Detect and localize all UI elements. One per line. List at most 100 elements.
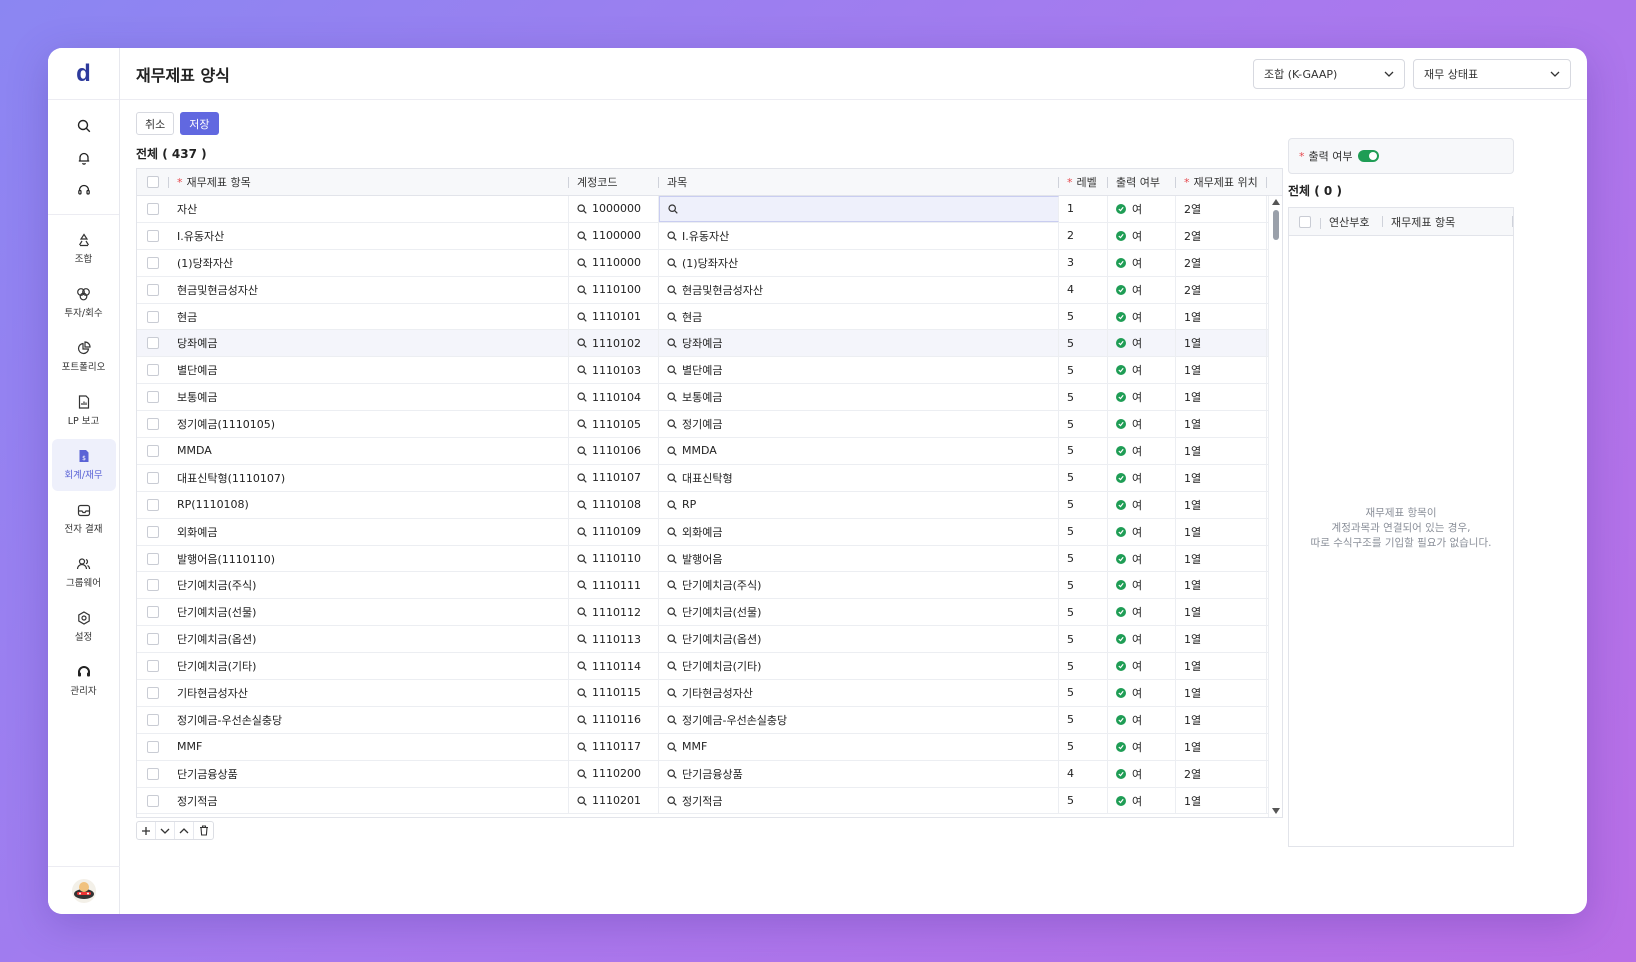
item-cell[interactable]: (1)당좌자산 (169, 249, 569, 276)
level-cell[interactable]: 5 (1059, 733, 1108, 760)
subject-cell[interactable]: 정기적금 (659, 787, 1059, 814)
subject-cell[interactable]: 현금 (659, 303, 1059, 330)
position-cell[interactable]: 1열 (1176, 491, 1267, 518)
table-row[interactable]: 외화예금 1110109 외화예금 5 여 1열 (137, 518, 1282, 546)
search-icon[interactable] (667, 419, 677, 429)
search-icon[interactable] (667, 231, 677, 241)
search-icon[interactable] (577, 204, 587, 214)
level-cell[interactable]: 3 (1059, 249, 1108, 276)
sidebar-item-approval[interactable]: 전자 결재 (52, 493, 116, 545)
row-checkbox[interactable] (147, 229, 159, 242)
level-cell[interactable]: 5 (1059, 653, 1108, 680)
position-cell[interactable]: 1열 (1176, 357, 1267, 384)
formula-select-all-checkbox[interactable] (1299, 215, 1311, 228)
row-checkbox[interactable] (147, 713, 159, 726)
table-row[interactable]: MMDA 1110106 MMDA 5 여 1열 (137, 438, 1282, 465)
row-checkbox[interactable] (147, 660, 159, 673)
code-cell[interactable]: 1100000 (569, 222, 659, 249)
position-cell[interactable]: 1열 (1176, 787, 1267, 814)
position-cell[interactable]: 1열 (1176, 680, 1267, 706)
search-icon[interactable] (577, 311, 587, 322)
row-checkbox[interactable] (147, 471, 159, 484)
search-icon[interactable] (577, 580, 587, 591)
code-cell[interactable]: 1110103 (569, 357, 659, 384)
add-row-button[interactable] (137, 822, 156, 839)
level-cell[interactable]: 5 (1059, 518, 1108, 545)
output-cell[interactable]: 여 (1108, 760, 1176, 787)
search-icon[interactable] (667, 742, 677, 752)
row-checkbox[interactable] (147, 256, 159, 269)
position-cell[interactable]: 1열 (1176, 599, 1267, 626)
table-row[interactable]: 단기금융상품 1110200 단기금융상품 4 여 2열 (137, 760, 1282, 788)
item-cell[interactable]: 발행어음(1110110) (169, 545, 569, 572)
level-cell[interactable]: 5 (1059, 303, 1108, 330)
search-icon[interactable] (667, 553, 677, 564)
scrollbar-thumb[interactable] (1273, 210, 1279, 240)
output-cell[interactable]: 여 (1108, 733, 1176, 760)
search-icon[interactable] (577, 231, 587, 241)
code-cell[interactable]: 1110111 (569, 572, 659, 599)
table-row[interactable]: 단기예치금(선물) 1110112 단기예치금(선물) 5 여 1열 (137, 599, 1282, 627)
bell-icon[interactable] (48, 142, 119, 174)
code-cell[interactable]: 1110102 (569, 330, 659, 357)
level-cell[interactable]: 5 (1059, 330, 1108, 357)
level-cell[interactable]: 5 (1059, 384, 1108, 411)
search-icon[interactable] (667, 580, 677, 591)
row-checkbox[interactable] (147, 498, 159, 511)
row-checkbox[interactable] (147, 364, 159, 377)
column-header-position[interactable]: * 재무제표 위치 (1176, 169, 1267, 195)
position-cell[interactable]: 2열 (1176, 196, 1267, 222)
output-cell[interactable]: 여 (1108, 249, 1176, 276)
code-cell[interactable]: 1110000 (569, 249, 659, 276)
output-cell[interactable]: 여 (1108, 653, 1176, 680)
subject-cell[interactable]: 현금및현금성자산 (659, 276, 1059, 303)
output-cell[interactable]: 여 (1108, 276, 1176, 303)
table-row[interactable]: 별단예금 1110103 별단예금 5 여 1열 (137, 357, 1282, 385)
level-cell[interactable]: 5 (1059, 572, 1108, 599)
level-cell[interactable]: 4 (1059, 760, 1108, 787)
row-checkbox[interactable] (147, 202, 159, 215)
item-cell[interactable]: MMF (169, 733, 569, 760)
subject-cell[interactable]: I.유동자산 (659, 222, 1059, 249)
code-cell[interactable]: 1110113 (569, 626, 659, 653)
scroll-down-icon[interactable] (1272, 808, 1280, 814)
avatar[interactable] (48, 866, 120, 914)
item-cell[interactable]: 단기금융상품 (169, 760, 569, 787)
output-cell[interactable]: 여 (1108, 787, 1176, 814)
level-cell[interactable]: 5 (1059, 438, 1108, 464)
item-cell[interactable]: I.유동자산 (169, 222, 569, 249)
table-row[interactable]: RP(1110108) 1110108 RP 5 여 1열 (137, 491, 1282, 519)
table-row[interactable]: 당좌예금 1110102 당좌예금 5 여 1열 (137, 330, 1282, 358)
output-toggle[interactable] (1358, 150, 1380, 162)
search-icon[interactable] (667, 392, 677, 402)
search-icon[interactable] (577, 742, 587, 752)
search-icon[interactable] (577, 285, 587, 295)
sidebar-item-portfolio[interactable]: 포트폴리오 (52, 331, 116, 383)
position-cell[interactable]: 1열 (1176, 545, 1267, 572)
level-cell[interactable]: 2 (1059, 222, 1108, 249)
position-cell[interactable]: 2열 (1176, 249, 1267, 276)
code-cell[interactable]: 1000000 (569, 196, 659, 222)
output-cell[interactable]: 여 (1108, 545, 1176, 572)
search-icon[interactable] (577, 715, 587, 725)
search-icon[interactable] (577, 365, 587, 376)
grid-scrollbar[interactable] (1268, 196, 1282, 817)
output-cell[interactable]: 여 (1108, 411, 1176, 438)
row-checkbox[interactable] (147, 418, 159, 431)
sidebar-item-admin[interactable]: 관리자 (52, 655, 116, 707)
subject-cell[interactable]: 단기금융상품 (659, 760, 1059, 787)
position-cell[interactable]: 1열 (1176, 733, 1267, 760)
item-cell[interactable]: 현금 (169, 303, 569, 330)
table-row[interactable]: 대표신탁형(1110107) 1110107 대표신탁형 5 여 1열 (137, 464, 1282, 492)
subject-cell[interactable]: 보통예금 (659, 384, 1059, 411)
code-cell[interactable]: 1110201 (569, 787, 659, 814)
logo[interactable]: d (48, 48, 119, 100)
search-icon[interactable] (577, 795, 587, 806)
row-checkbox[interactable] (147, 579, 159, 592)
row-checkbox[interactable] (147, 525, 159, 538)
code-cell[interactable]: 1110101 (569, 303, 659, 330)
code-cell[interactable]: 1110109 (569, 518, 659, 545)
level-cell[interactable]: 5 (1059, 411, 1108, 438)
row-checkbox[interactable] (147, 686, 159, 699)
search-icon[interactable] (667, 311, 677, 322)
